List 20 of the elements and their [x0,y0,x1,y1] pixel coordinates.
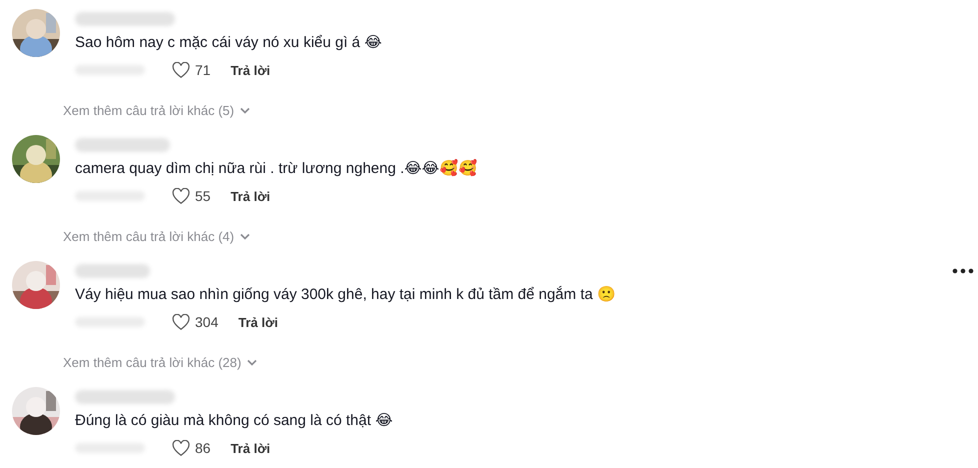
comment-text: Sao hôm nay c mặc cái váy nó xu kiểu gì á 😂 [75,33,382,51]
chevron-down-icon [240,107,250,114]
comment-text: Đúng là có giàu mà không có sang là có thật 😂 [75,411,393,429]
like-count: 55 [195,188,211,204]
like-count: 304 [195,314,218,330]
like-count: 71 [195,62,211,78]
reply-link[interactable]: Trả lời [238,314,278,330]
reply-link[interactable]: Trả lời [230,440,270,456]
reply-link[interactable]: Trả lời [230,62,270,78]
reply-link[interactable]: Trả lời [230,188,270,204]
heart-icon[interactable] [172,188,190,204]
like-count: 86 [195,440,211,456]
comment-text: Váy hiệu mua sao nhìn giống váy 300k ghê, hay tại minh k đủ tầm để ngắm ta 🙁 [75,285,616,303]
heart-icon[interactable] [172,314,190,330]
more-options-icon[interactable] [952,268,974,274]
heart-icon[interactable] [172,62,190,78]
comment-text: camera quay dìm chị nữa rùi . trừ lương ngheng .😂😂🥰🥰 [75,159,478,177]
heart-icon[interactable] [172,440,190,456]
chevron-down-icon [247,359,258,366]
chevron-down-icon [240,233,250,240]
